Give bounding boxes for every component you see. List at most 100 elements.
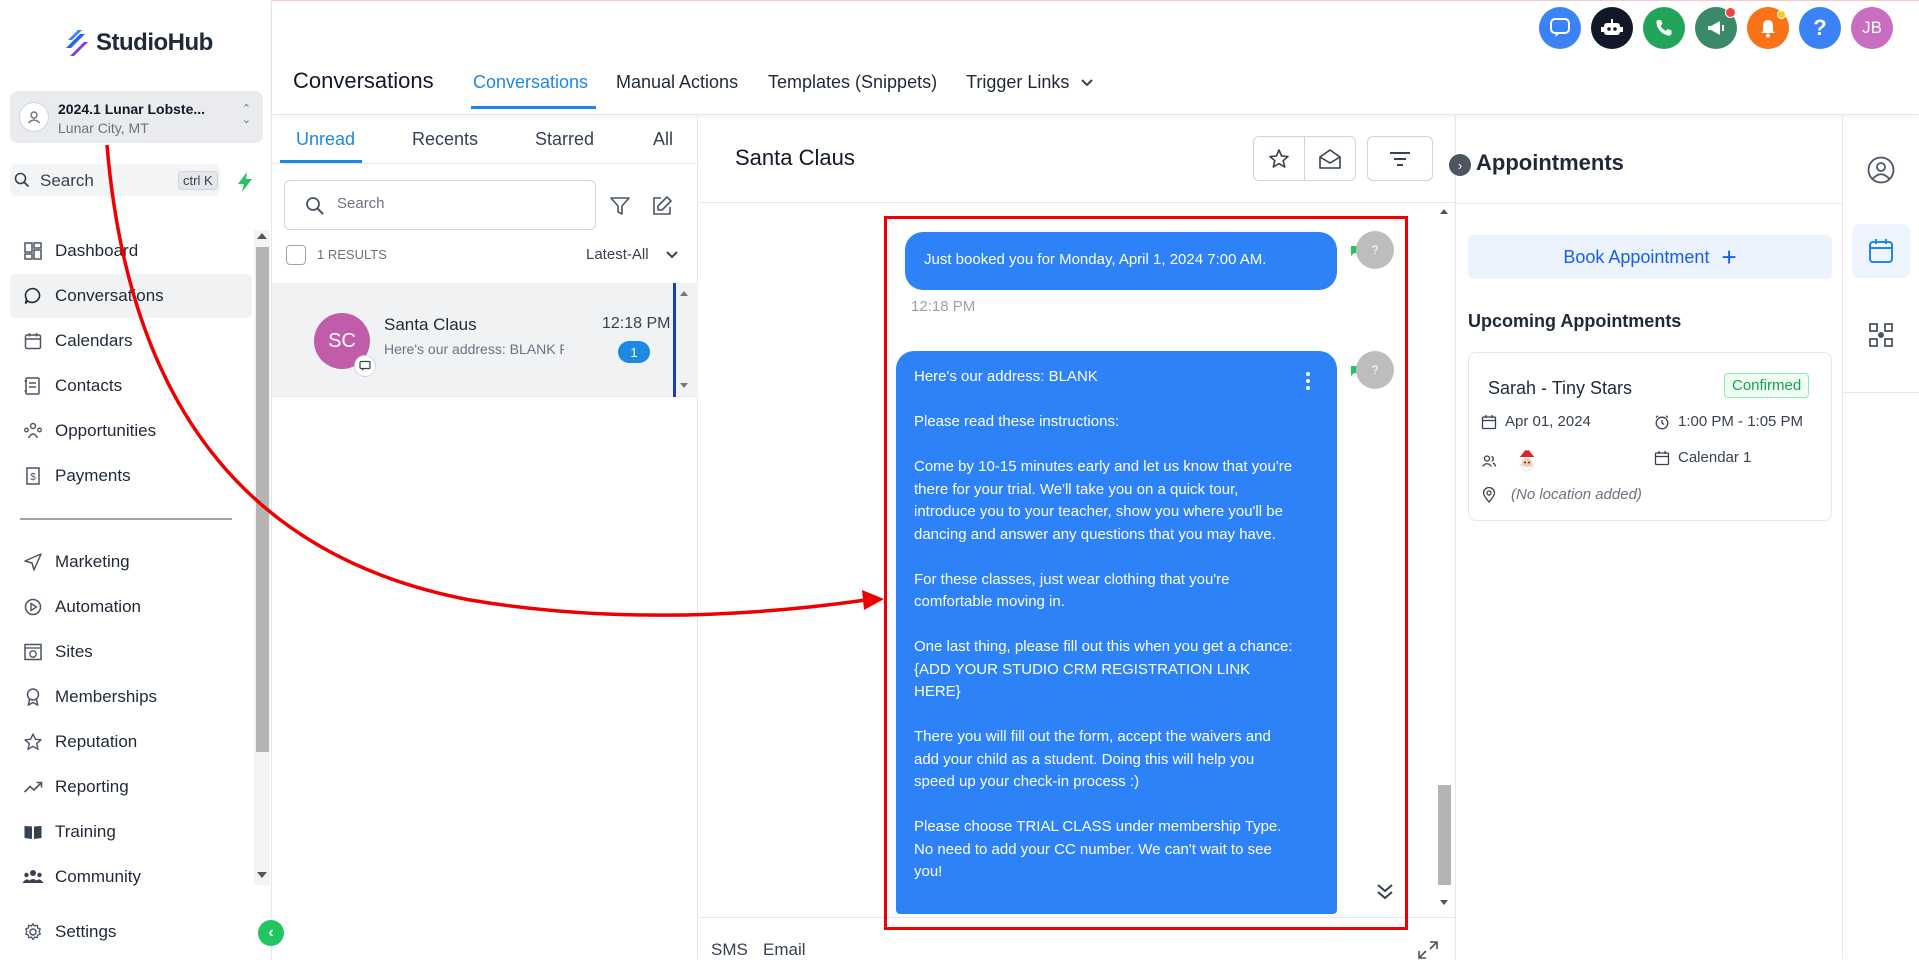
filter-icon[interactable] xyxy=(609,195,631,217)
sidebar-item-payments[interactable]: $ Payments xyxy=(10,454,252,498)
conversation-search-input[interactable]: Search xyxy=(284,180,596,230)
message-paragraph: One last thing, please fill out this whe… xyxy=(914,638,1293,700)
appointments-rail-button[interactable] xyxy=(1852,224,1910,278)
message-paragraph: Come by 10-15 minutes early and let us k… xyxy=(914,458,1293,543)
sidebar-item-settings[interactable]: Settings xyxy=(10,910,252,954)
book-appointment-button[interactable]: Book Appointment + xyxy=(1468,235,1832,279)
message-more-icon[interactable] xyxy=(1305,371,1311,391)
search-icon xyxy=(14,172,30,188)
expand-icon[interactable] xyxy=(1417,940,1439,960)
phone-icon[interactable] xyxy=(1643,7,1685,49)
sidebar-scrollbar[interactable] xyxy=(254,230,270,885)
sidebar: StudioHub 2024.1 Lunar Lobste... Lunar C… xyxy=(0,0,272,959)
alarm-clock-icon xyxy=(1655,414,1669,429)
location-subtitle: Lunar City, MT xyxy=(58,120,149,136)
upcoming-appointments-heading: Upcoming Appointments xyxy=(1468,311,1682,331)
sidebar-item-dashboard[interactable]: Dashboard xyxy=(10,229,252,273)
sidebar-item-calendars[interactable]: Calendars xyxy=(10,319,252,363)
collapse-panel-button[interactable]: › xyxy=(1449,154,1471,176)
scroll-to-bottom-icon[interactable] xyxy=(1374,880,1396,902)
plus-icon: + xyxy=(1721,242,1737,272)
date-text: Apr 01, 2024 xyxy=(1505,413,1591,430)
mark-unread-button[interactable] xyxy=(1304,136,1356,181)
filter-messages-button[interactable] xyxy=(1367,136,1433,181)
sidebar-item-marketing[interactable]: Marketing xyxy=(10,540,252,584)
sidebar-item-label: Opportunities xyxy=(55,421,157,440)
sidebar-item-label: Reputation xyxy=(55,732,138,751)
sidebar-item-label: Marketing xyxy=(55,552,130,571)
user-avatar[interactable]: JB xyxy=(1851,7,1893,49)
global-search[interactable]: Search ctrl K xyxy=(10,164,220,196)
sidebar-item-community[interactable]: Community xyxy=(10,855,252,899)
star-button[interactable] xyxy=(1253,136,1305,181)
message-bubble[interactable]: Just booked you for Monday, April 1, 202… xyxy=(905,232,1337,290)
sort-label: Latest-All xyxy=(586,246,649,263)
notification-dot xyxy=(1777,10,1786,19)
send-icon xyxy=(20,549,46,575)
conversation-item[interactable]: SC Santa Claus Here's our address: BLANK… xyxy=(272,283,698,397)
gear-icon xyxy=(20,919,46,945)
group-icon xyxy=(20,864,46,890)
list-scrollbar[interactable] xyxy=(677,283,693,397)
tab-trigger-links[interactable]: Trigger Links xyxy=(966,72,1094,93)
chat-widget-icon[interactable] xyxy=(1539,7,1581,49)
calendar-icon xyxy=(1869,239,1893,263)
appointment-time: 1:00 PM - 1:05 PM xyxy=(1654,413,1803,430)
calendar-icon xyxy=(20,328,46,354)
chat-scrollbar[interactable] xyxy=(1436,205,1452,910)
scroll-up-icon[interactable] xyxy=(257,233,267,239)
sidebar-scroll-thumb[interactable] xyxy=(256,247,269,752)
contact-details-button[interactable] xyxy=(1852,143,1910,197)
automation-icon xyxy=(20,594,46,620)
sidebar-item-memberships[interactable]: Memberships xyxy=(10,675,252,719)
scroll-up-icon[interactable] xyxy=(1440,209,1448,214)
envelope-open-icon xyxy=(1319,148,1341,169)
tab-manual-actions[interactable]: Manual Actions xyxy=(616,72,738,93)
sort-dropdown[interactable]: Latest-All xyxy=(586,246,679,263)
user-circle-icon xyxy=(1867,156,1895,184)
tab-unread[interactable]: Unread xyxy=(296,129,355,150)
svg-text:$: $ xyxy=(30,472,36,483)
tab-sms[interactable]: SMS xyxy=(711,940,748,960)
location-switcher[interactable]: 2024.1 Lunar Lobste... Lunar City, MT ⌃ ⌄ xyxy=(10,91,263,143)
sidebar-item-training[interactable]: Training xyxy=(10,810,252,854)
sidebar-item-label: Training xyxy=(55,822,116,841)
scroll-down-icon[interactable] xyxy=(257,872,267,878)
filter-lines-icon xyxy=(1390,151,1410,166)
sidebar-item-reputation[interactable]: Reputation xyxy=(10,720,252,764)
tab-starred[interactable]: Starred xyxy=(535,129,594,150)
sidebar-item-conversations[interactable]: Conversations xyxy=(10,274,252,318)
chat-contact-name: Santa Claus xyxy=(735,145,855,170)
opportunities-rail-button[interactable] xyxy=(1852,308,1910,362)
sidebar-item-automation[interactable]: Automation xyxy=(10,585,252,629)
tab-templates[interactable]: Templates (Snippets) xyxy=(768,72,937,93)
brand-logo[interactable]: StudioHub xyxy=(64,28,213,58)
sidebar-item-opportunities[interactable]: Opportunities xyxy=(10,409,252,453)
dashboard-icon xyxy=(20,238,46,264)
tab-conversations[interactable]: Conversations xyxy=(473,72,588,93)
unread-badge: 1 xyxy=(618,341,650,363)
sidebar-item-label: Calendars xyxy=(55,331,133,350)
message-bubble[interactable]: Here's our address: BLANK Please read the… xyxy=(896,351,1337,914)
chevron-down-icon xyxy=(665,251,678,259)
scroll-down-icon[interactable] xyxy=(1440,900,1448,905)
sidebar-item-sites[interactable]: Sites xyxy=(10,630,252,674)
select-all-checkbox[interactable] xyxy=(286,245,306,265)
bolt-icon[interactable] xyxy=(232,169,258,195)
robot-icon[interactable] xyxy=(1591,7,1633,49)
scroll-up-icon[interactable] xyxy=(680,291,688,296)
message-paragraph: For these classes, just wear clothing th… xyxy=(914,570,1230,611)
tab-recents[interactable]: Recents xyxy=(412,129,478,150)
sidebar-item-reporting[interactable]: Reporting xyxy=(10,765,252,809)
tab-email[interactable]: Email xyxy=(763,940,806,960)
appointment-card[interactable]: Sarah - Tiny Stars Confirmed Apr 01, 202… xyxy=(1468,352,1832,521)
compose-icon[interactable] xyxy=(651,195,673,217)
appointment-location: (No location added) xyxy=(1481,486,1642,503)
tab-all[interactable]: All xyxy=(653,129,673,150)
conversation-list-panel: Unread Recents Starred All Search 1 RESU… xyxy=(272,115,698,959)
rail-divider xyxy=(1843,392,1919,393)
scroll-down-icon[interactable] xyxy=(680,383,688,388)
sidebar-item-contacts[interactable]: Contacts xyxy=(10,364,252,408)
help-icon[interactable]: ? xyxy=(1799,7,1841,49)
chat-scroll-thumb[interactable] xyxy=(1438,785,1451,885)
